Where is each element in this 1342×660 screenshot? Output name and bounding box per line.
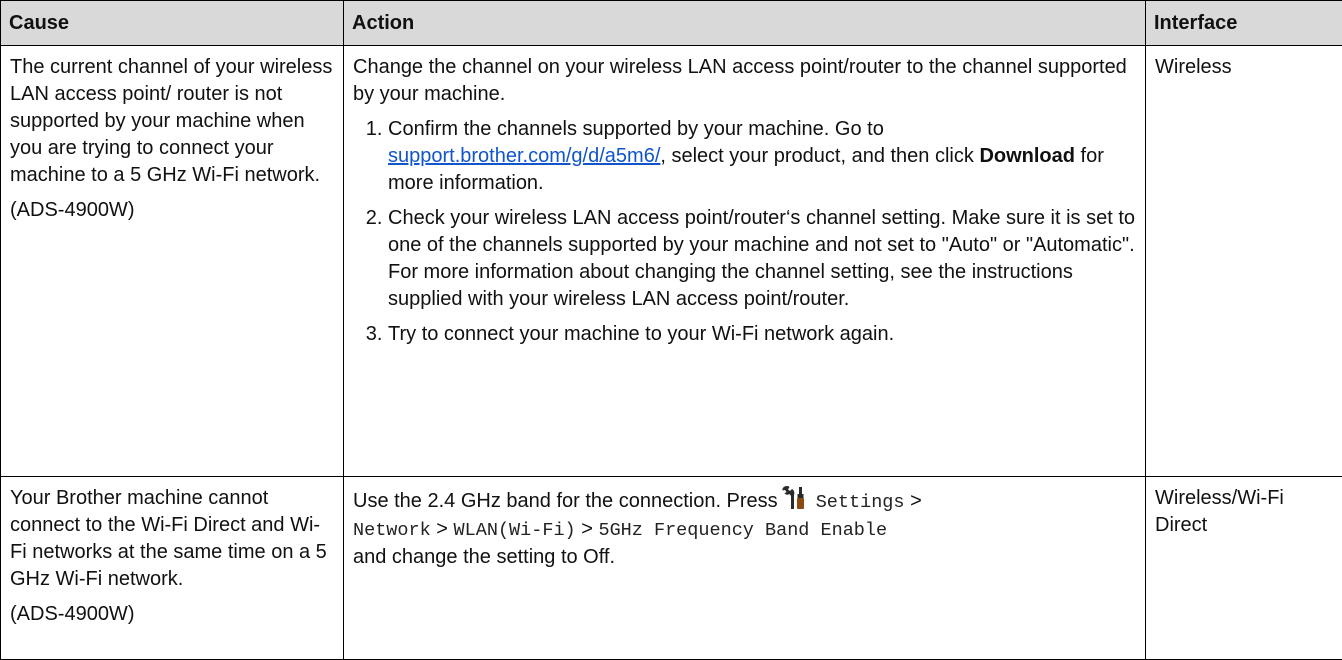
cause-model: (ADS-4900W) [10,197,335,224]
action-cell: Use the 2.4 GHz band for the connection.… [344,477,1146,660]
cause-cell: Your Brother machine cannot connect to t… [1,477,344,660]
header-action: Action [344,1,1146,46]
header-interface: Interface [1146,1,1342,46]
header-row: Cause Action Interface [1,1,1342,46]
step-text: Confirm the channels supported by your m… [388,118,884,140]
action-intro: Change the channel on your wireless LAN … [353,54,1137,108]
header-cause: Cause [1,1,344,46]
download-label: Download [979,145,1075,167]
action-text-start: Use the 2.4 GHz band for the connection.… [353,490,778,512]
menu-separator: > [436,518,448,540]
menu-separator: > [910,490,922,512]
step-text: , select your product, and then click [660,145,979,167]
menu-separator: > [581,518,593,540]
troubleshooting-table-container: Cause Action Interface The current chann… [0,0,1342,660]
menu-settings: Settings [816,492,905,513]
support-link[interactable]: support.brother.com/g/d/a5m6/ [388,145,660,167]
action-text-end: and change the setting to Off. [353,546,615,568]
cause-model: (ADS-4900W) [10,601,335,628]
cause-cell: The current channel of your wireless LAN… [1,46,344,477]
menu-network: Network [353,520,431,541]
step-item: Check your wireless LAN access point/rou… [388,205,1137,313]
cause-text: The current channel of your wireless LAN… [10,54,335,189]
step-item: Confirm the channels supported by your m… [388,116,1137,197]
interface-cell: Wireless/Wi-Fi Direct [1146,477,1342,660]
menu-band: 5GHz Frequency Band Enable [598,520,887,541]
troubleshooting-table: Cause Action Interface The current chann… [0,0,1342,660]
action-steps: Confirm the channels supported by your m… [353,116,1137,348]
action-cell: Change the channel on your wireless LAN … [344,46,1146,477]
settings-tools-icon [782,485,810,511]
menu-wlan: WLAN(Wi-Fi) [454,520,576,541]
table-row: The current channel of your wireless LAN… [1,46,1342,477]
cause-text: Your Brother machine cannot connect to t… [10,485,335,593]
action-text: Use the 2.4 GHz band for the connection.… [353,485,1137,571]
interface-cell: Wireless [1146,46,1342,477]
step-item: Try to connect your machine to your Wi-F… [388,321,1137,348]
table-row: Your Brother machine cannot connect to t… [1,477,1342,660]
